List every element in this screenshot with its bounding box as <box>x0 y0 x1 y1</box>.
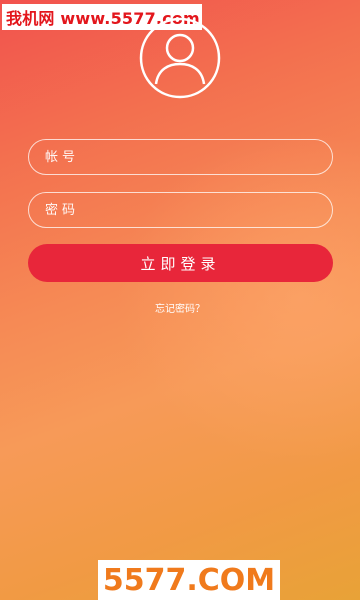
watermark-bottom: 5577.COM <box>98 560 280 600</box>
watermark-bottom-text: 5577.COM <box>102 562 276 598</box>
user-avatar-icon <box>139 17 221 99</box>
login-button[interactable]: 立即登录 <box>28 244 333 282</box>
password-input[interactable] <box>45 193 332 227</box>
account-field[interactable] <box>28 139 333 175</box>
account-input[interactable] <box>45 140 332 174</box>
forgot-password-link[interactable]: 忘记密码？ <box>0 300 360 315</box>
password-field[interactable] <box>28 192 333 228</box>
